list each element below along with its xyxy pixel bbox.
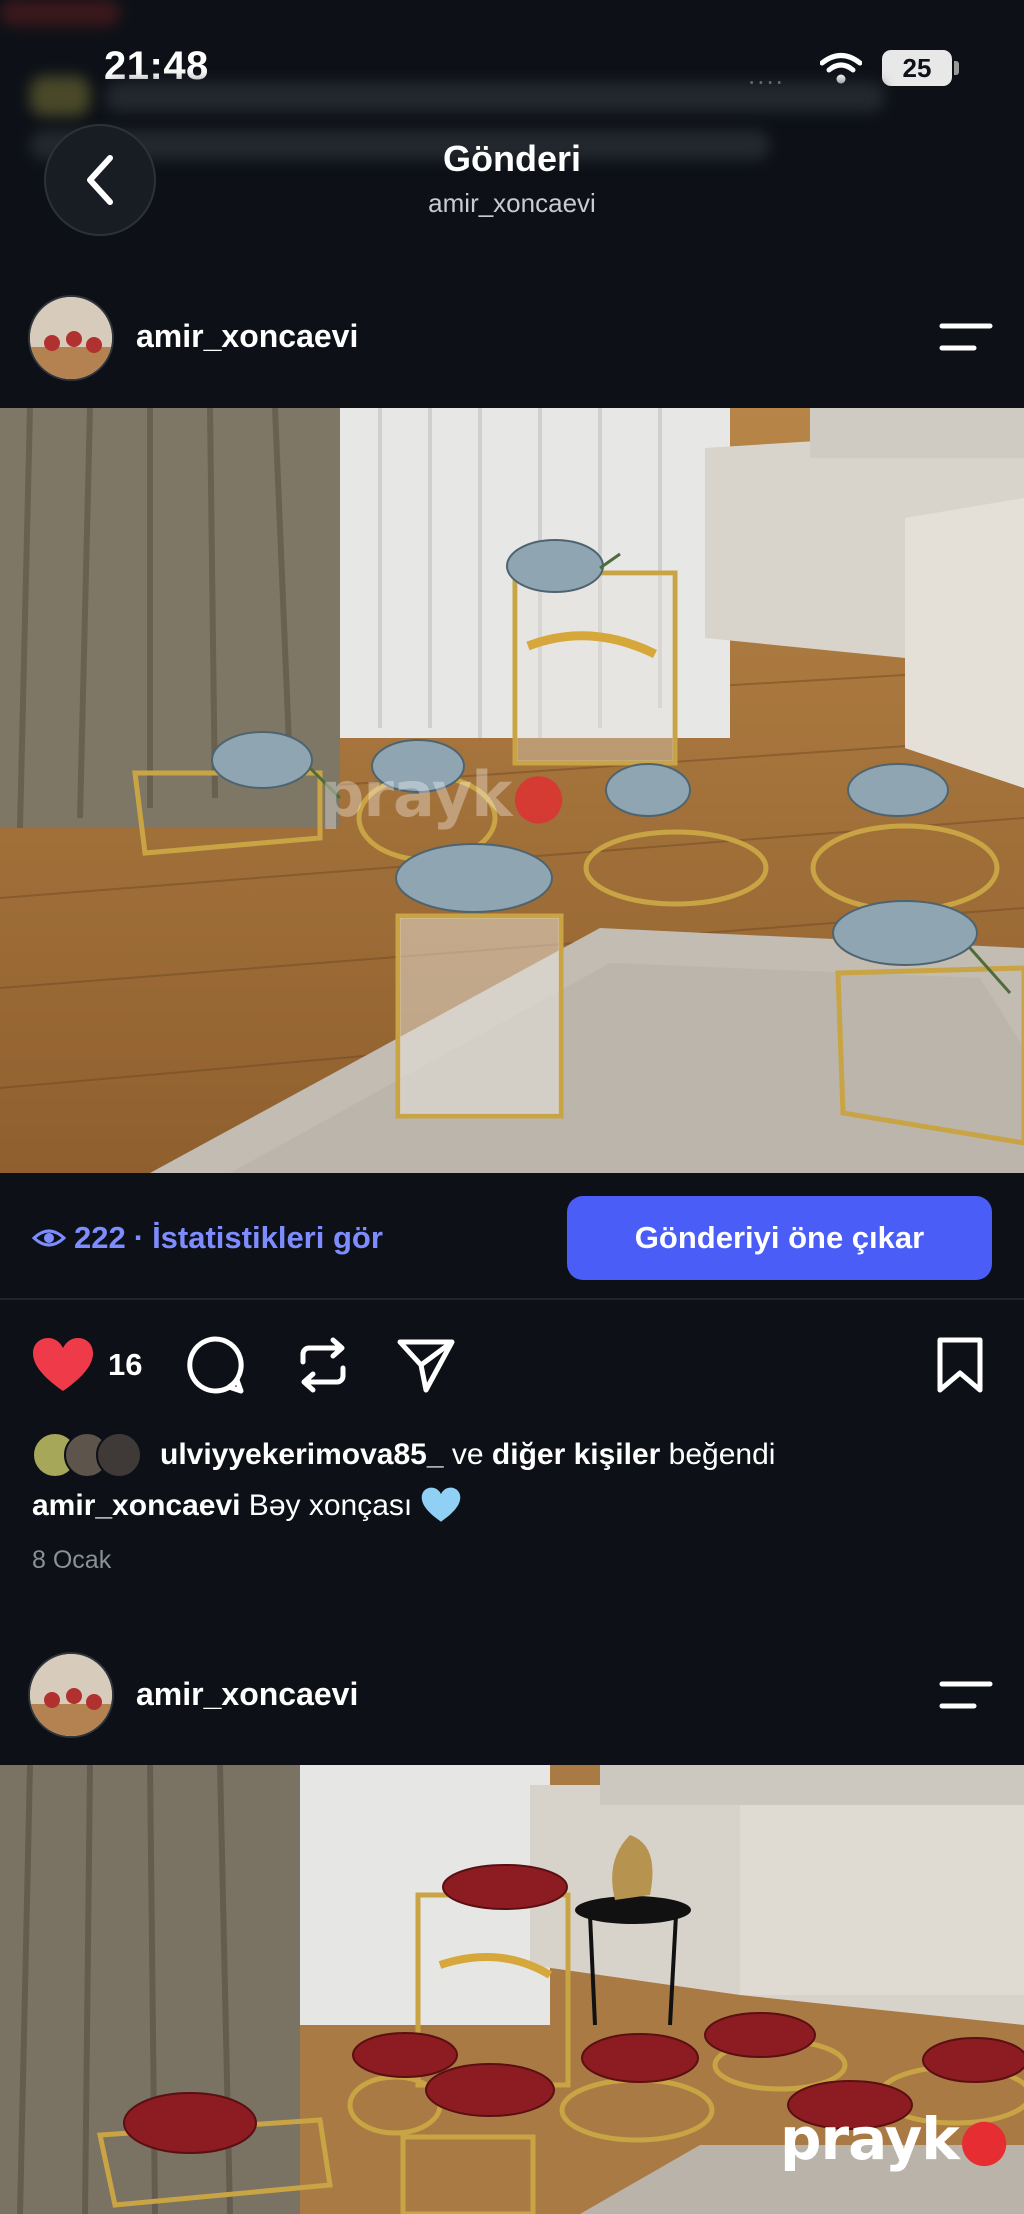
liked-by-others[interactable]: diğer kişiler [492, 1438, 660, 1472]
post-username[interactable]: amir_xoncaevi [136, 1676, 358, 1713]
repost-button[interactable] [292, 1334, 354, 1396]
avatar [96, 1432, 142, 1478]
insights-link[interactable]: 222 · İstatistikleri gör [32, 1220, 383, 1256]
caption-username[interactable]: amir_xoncaevi [32, 1489, 240, 1522]
watermark-text: prayk● [780, 2105, 1009, 2173]
liked-by[interactable]: ulviyyekerimova85_ ve diğer kişiler beğe… [32, 1432, 775, 1478]
page-title: Gönderi [442, 138, 581, 179]
caption-text: Bəy xonçası [240, 1489, 413, 1522]
heart-icon [33, 1338, 93, 1391]
promote-post-button[interactable]: Gönderiyi öne çıkar [567, 1196, 992, 1280]
watermark-text: prayk● [320, 758, 566, 831]
avatar[interactable] [28, 295, 114, 381]
view-count: 222 [74, 1220, 126, 1255]
battery-icon: 25 [882, 50, 952, 86]
wifi-icon [820, 53, 862, 84]
eye-icon [32, 1229, 66, 1247]
page-subtitle: amir_xoncaevi [428, 188, 596, 218]
blurred-notification [105, 82, 885, 112]
blue-heart-icon [421, 1487, 460, 1522]
avatar[interactable] [28, 1652, 114, 1738]
repost-icon [300, 1337, 346, 1393]
post-date: 8 Ocak [32, 1546, 112, 1574]
share-button[interactable] [394, 1334, 458, 1396]
divider [0, 1298, 1024, 1300]
liked-by-username[interactable]: ulviyyekerimova85_ [160, 1438, 444, 1472]
post-username[interactable]: amir_xoncaevi [136, 318, 358, 355]
like-count: 16 [108, 1347, 143, 1382]
send-icon [397, 1339, 455, 1393]
battery-tip [954, 61, 959, 75]
blurred-notification [0, 0, 120, 26]
liked-by-connector: ve [443, 1438, 492, 1471]
comment-button[interactable] [184, 1334, 246, 1396]
menu-icon[interactable] [938, 1678, 994, 1712]
like-button[interactable] [30, 1335, 96, 1395]
menu-icon[interactable] [938, 320, 994, 354]
comment-icon [187, 1336, 244, 1394]
liked-by-suffix: beğendi [660, 1438, 776, 1471]
separator: · [133, 1220, 145, 1255]
save-button[interactable] [930, 1334, 990, 1396]
insights-label: İstatistikleri gör [152, 1220, 383, 1255]
post-image[interactable]: prayk● [0, 408, 1024, 1173]
bookmark-icon [937, 1337, 983, 1393]
blurred-notification [30, 76, 90, 116]
post-caption: amir_xoncaevi Bəy xonçası [32, 1487, 461, 1523]
post-image[interactable]: prayk● [0, 1765, 1024, 2214]
